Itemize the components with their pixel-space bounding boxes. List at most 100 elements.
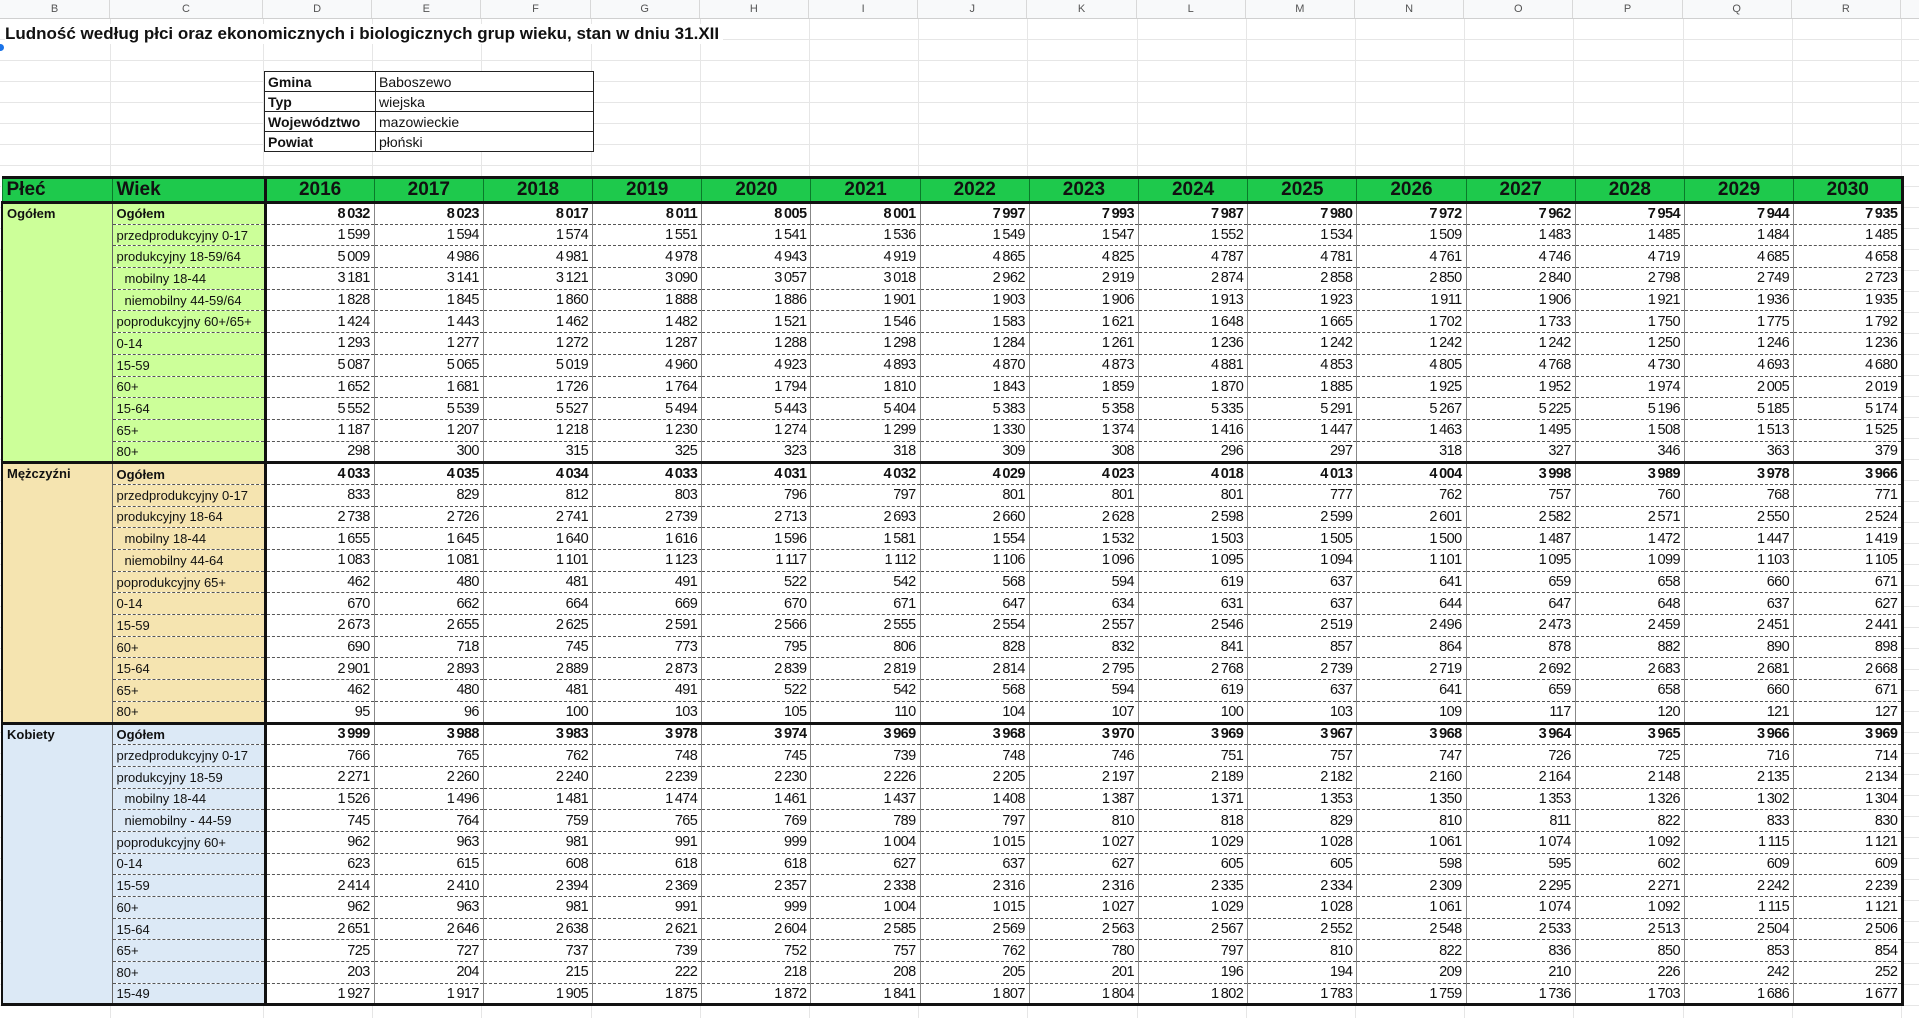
value-cell[interactable]: 1 599 bbox=[265, 224, 375, 247]
value-cell[interactable]: 1 074 bbox=[1466, 831, 1576, 854]
value-cell[interactable]: 1 859 bbox=[1029, 376, 1140, 399]
value-cell[interactable]: 3 090 bbox=[592, 267, 703, 290]
header-year[interactable]: 2017 bbox=[373, 176, 484, 204]
value-cell[interactable]: 1 121 bbox=[1793, 831, 1905, 854]
value-cell[interactable]: 2 569 bbox=[920, 918, 1030, 941]
value-cell[interactable]: 7 954 bbox=[1575, 201, 1685, 225]
value-cell[interactable]: 194 bbox=[1247, 961, 1358, 984]
section-label[interactable]: Ogółem bbox=[1, 200, 113, 465]
value-cell[interactable]: 1 554 bbox=[920, 527, 1030, 550]
value-cell[interactable]: 2 638 bbox=[483, 918, 594, 941]
value-cell[interactable]: 1 927 bbox=[265, 983, 375, 1007]
value-cell[interactable]: 1 802 bbox=[1138, 983, 1249, 1007]
value-cell[interactable]: 829 bbox=[1247, 809, 1358, 832]
value-cell[interactable]: 1 461 bbox=[701, 788, 812, 811]
row-label[interactable]: 15-64 bbox=[112, 397, 267, 420]
value-cell[interactable]: 833 bbox=[1684, 809, 1795, 832]
value-cell[interactable]: 2 566 bbox=[701, 614, 812, 637]
value-cell[interactable]: 671 bbox=[1793, 571, 1905, 594]
value-cell[interactable]: 4 787 bbox=[1138, 245, 1249, 269]
value-cell[interactable]: 619 bbox=[1138, 679, 1249, 702]
value-cell[interactable]: 1 083 bbox=[265, 549, 375, 572]
column-header-L[interactable]: L bbox=[1137, 0, 1246, 18]
value-cell[interactable]: 2 410 bbox=[374, 874, 484, 897]
value-cell[interactable]: 658 bbox=[1575, 571, 1685, 594]
value-cell[interactable]: 1 424 bbox=[265, 310, 375, 334]
row-label[interactable]: 60+ bbox=[112, 376, 267, 399]
value-cell[interactable]: 1 532 bbox=[1029, 527, 1140, 550]
row-label[interactable]: przedprodukcyjny 0-17 bbox=[112, 224, 267, 247]
value-cell[interactable]: 1 804 bbox=[1029, 983, 1140, 1007]
value-cell[interactable]: 2 798 bbox=[1575, 267, 1685, 290]
value-cell[interactable]: 1 640 bbox=[483, 527, 594, 550]
value-cell[interactable]: 1 387 bbox=[1029, 788, 1140, 811]
row-label[interactable]: 65+ bbox=[112, 939, 267, 963]
value-cell[interactable]: 568 bbox=[920, 679, 1030, 702]
value-cell[interactable]: 797 bbox=[920, 809, 1030, 832]
row-label[interactable]: Ogółem bbox=[112, 201, 267, 225]
value-cell[interactable]: 1 416 bbox=[1138, 419, 1249, 442]
value-cell[interactable]: 1 775 bbox=[1684, 310, 1795, 334]
value-cell[interactable]: 3 969 bbox=[1793, 721, 1905, 746]
value-cell[interactable]: 757 bbox=[1247, 744, 1358, 767]
value-cell[interactable]: 766 bbox=[265, 744, 375, 767]
value-cell[interactable]: 2 726 bbox=[374, 506, 484, 529]
value-cell[interactable]: 803 bbox=[592, 484, 703, 507]
value-cell[interactable]: 1 261 bbox=[1029, 332, 1140, 355]
value-cell[interactable]: 4 986 bbox=[374, 245, 484, 269]
value-cell[interactable]: 801 bbox=[1138, 484, 1249, 507]
value-cell[interactable]: 2 335 bbox=[1138, 874, 1249, 897]
value-cell[interactable]: 796 bbox=[701, 484, 812, 507]
value-cell[interactable]: 2 741 bbox=[483, 506, 594, 529]
header-year[interactable]: 2021 bbox=[810, 176, 921, 204]
value-cell[interactable]: 2 189 bbox=[1138, 766, 1249, 789]
value-cell[interactable]: 806 bbox=[810, 636, 921, 659]
value-cell[interactable]: 594 bbox=[1029, 571, 1140, 594]
value-cell[interactable]: 100 bbox=[483, 701, 594, 725]
value-cell[interactable]: 1 665 bbox=[1247, 310, 1358, 334]
value-cell[interactable]: 627 bbox=[1029, 853, 1140, 876]
value-cell[interactable]: 1 207 bbox=[374, 419, 484, 442]
value-cell[interactable]: 641 bbox=[1356, 571, 1467, 594]
row-label[interactable]: Ogółem bbox=[112, 721, 267, 746]
value-cell[interactable]: 1 028 bbox=[1247, 831, 1358, 854]
value-cell[interactable]: 1 481 bbox=[483, 788, 594, 811]
value-cell[interactable]: 209 bbox=[1356, 961, 1467, 984]
value-cell[interactable]: 1 509 bbox=[1356, 224, 1467, 247]
value-cell[interactable]: 1 472 bbox=[1575, 527, 1685, 550]
value-cell[interactable]: 797 bbox=[810, 484, 921, 507]
value-cell[interactable]: 2 441 bbox=[1793, 614, 1905, 637]
value-cell[interactable]: 637 bbox=[1247, 592, 1358, 616]
value-cell[interactable]: 594 bbox=[1029, 679, 1140, 702]
column-header-M[interactable]: M bbox=[1246, 0, 1355, 18]
value-cell[interactable]: 757 bbox=[1466, 484, 1576, 507]
value-cell[interactable]: 1 552 bbox=[1138, 224, 1249, 247]
value-cell[interactable]: 1 581 bbox=[810, 527, 921, 550]
value-cell[interactable]: 5 065 bbox=[374, 354, 484, 377]
value-cell[interactable]: 1 027 bbox=[1029, 831, 1140, 854]
value-cell[interactable]: 95 bbox=[265, 701, 375, 725]
value-cell[interactable]: 769 bbox=[701, 809, 812, 832]
value-cell[interactable]: 1 828 bbox=[265, 289, 375, 312]
value-cell[interactable]: 671 bbox=[1793, 679, 1905, 702]
value-cell[interactable]: 2 591 bbox=[592, 614, 703, 637]
value-cell[interactable]: 2 819 bbox=[810, 657, 921, 681]
value-cell[interactable]: 2 546 bbox=[1138, 614, 1249, 637]
value-cell[interactable]: 2 839 bbox=[701, 657, 812, 681]
value-cell[interactable]: 4 919 bbox=[810, 245, 921, 269]
value-cell[interactable]: 1 549 bbox=[920, 224, 1030, 247]
value-cell[interactable]: 1 901 bbox=[810, 289, 921, 312]
value-cell[interactable]: 7 980 bbox=[1247, 201, 1358, 225]
value-cell[interactable]: 810 bbox=[1356, 809, 1467, 832]
value-cell[interactable]: 2 585 bbox=[810, 918, 921, 941]
value-cell[interactable]: 8 017 bbox=[483, 201, 594, 225]
value-cell[interactable]: 828 bbox=[920, 636, 1030, 659]
row-label[interactable]: Ogółem bbox=[112, 461, 267, 485]
value-cell[interactable]: 2 567 bbox=[1138, 918, 1249, 941]
value-cell[interactable]: 7 997 bbox=[920, 201, 1030, 225]
section-label[interactable]: Mężczyźni bbox=[1, 461, 113, 725]
value-cell[interactable]: 2 962 bbox=[920, 267, 1030, 290]
value-cell[interactable]: 1 250 bbox=[1575, 332, 1685, 355]
value-cell[interactable]: 5 358 bbox=[1029, 397, 1140, 420]
value-cell[interactable]: 2 554 bbox=[920, 614, 1030, 637]
